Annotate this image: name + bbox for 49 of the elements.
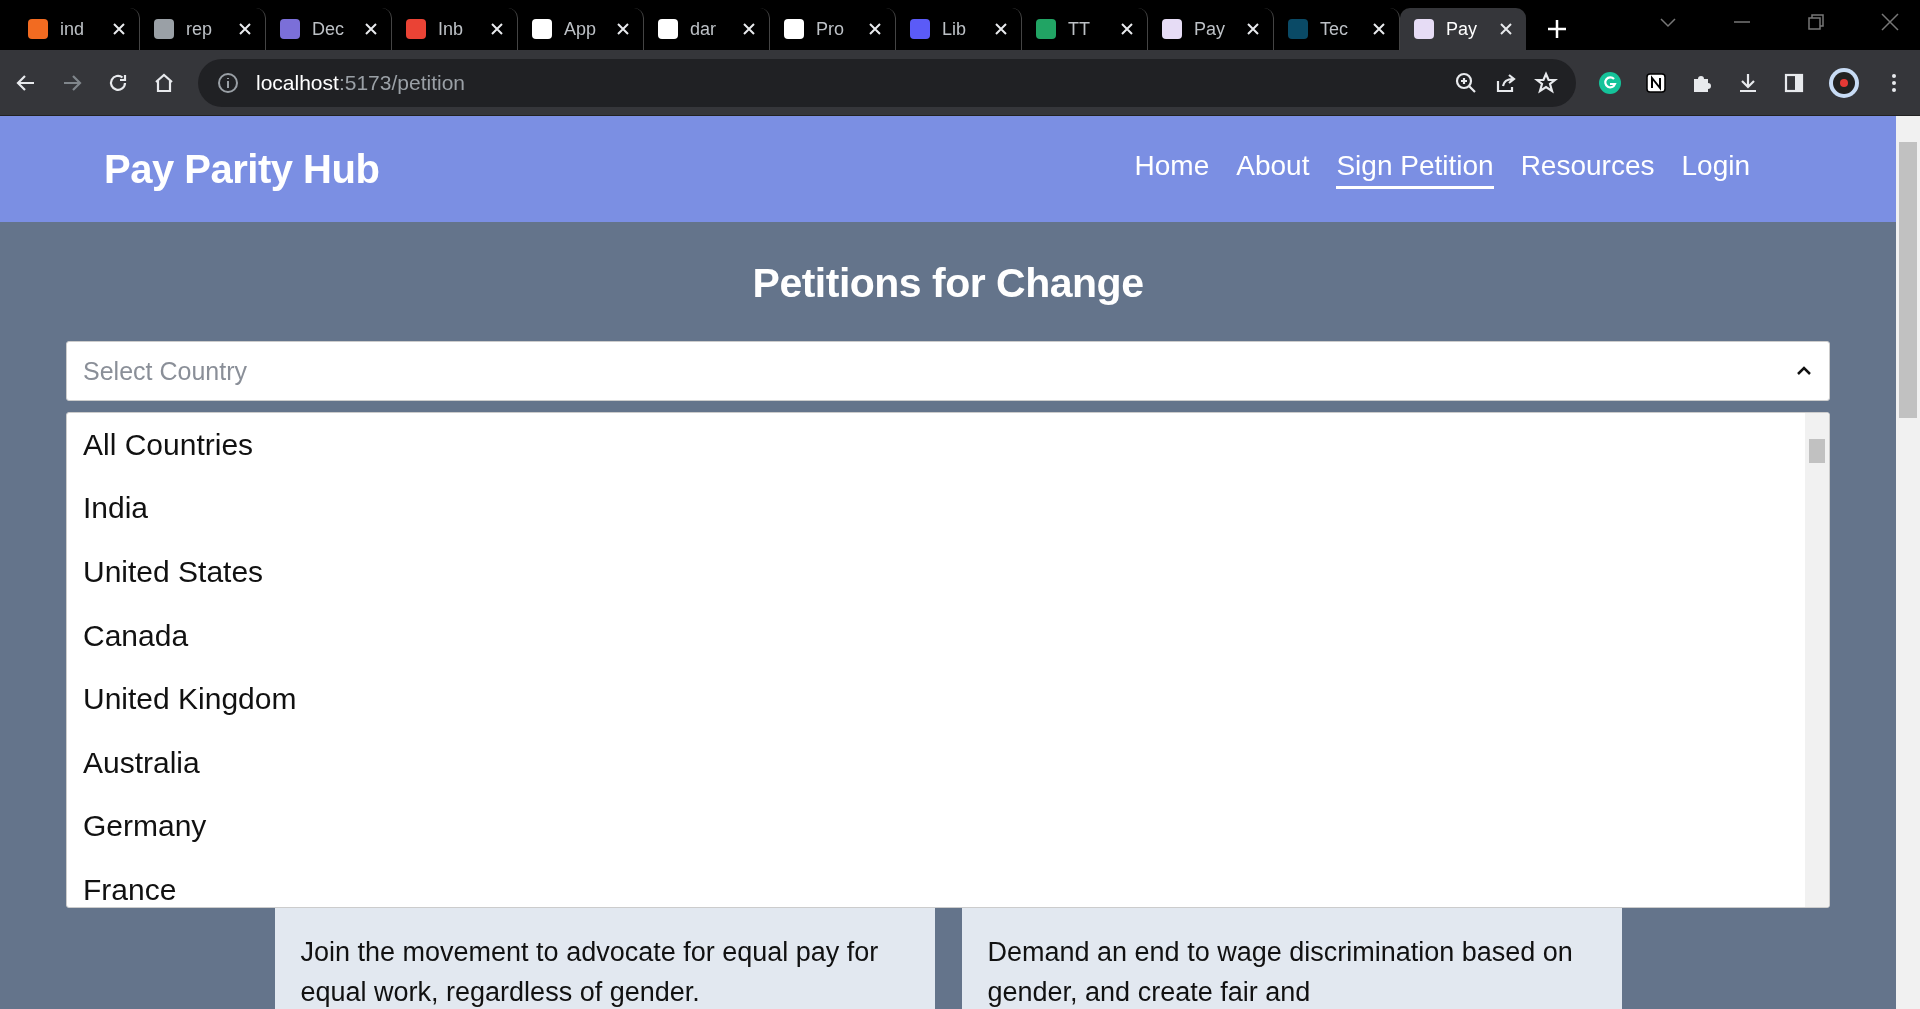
close-icon[interactable] [111,21,127,37]
close-icon[interactable] [615,21,631,37]
notes-extension-icon[interactable] [1644,70,1668,95]
dropdown-scrollbar[interactable] [1805,413,1829,907]
tab-title: Pro [816,18,845,40]
country-option[interactable]: All Countries [67,413,1805,477]
url-text: localhost:5173/petition [256,70,466,95]
close-icon[interactable] [867,21,883,37]
close-icon[interactable] [363,21,379,37]
close-icon[interactable] [237,21,253,37]
tab-title: Pay [1446,18,1479,40]
close-icon[interactable] [741,21,757,37]
info-icon[interactable] [216,70,240,95]
scrollbar-thumb[interactable] [1809,439,1825,463]
country-option[interactable]: United States [67,540,1805,604]
zoom-icon[interactable] [1454,70,1478,95]
tab-title: Pay [1194,18,1227,40]
country-option[interactable]: India [67,476,1805,541]
close-icon[interactable] [1371,21,1387,37]
grammar-extension-icon[interactable] [1598,70,1622,95]
tab-title: ind [60,18,86,40]
tab-title: Lib [942,18,968,40]
browser-tab[interactable]: Pay [1400,8,1526,50]
address-bar[interactable]: localhost:5173/petition [198,58,1576,107]
tab-title: rep [186,18,213,40]
country-option[interactable]: Australia [67,730,1805,795]
restore-icon[interactable] [1806,12,1826,32]
close-icon[interactable] [1119,21,1135,37]
tab-title: Dec [312,18,345,40]
close-icon[interactable] [993,21,1009,37]
new-tab-icon[interactable] [1546,18,1568,40]
scrollbar[interactable] [1896,116,1920,1009]
tab-title: TT [1068,18,1091,40]
country-option[interactable]: United Kingdom [67,667,1805,731]
tab-title: App [564,18,598,40]
country-option[interactable]: Canada [67,603,1805,668]
tab-title: Tec [1320,18,1349,40]
close-icon[interactable] [1498,21,1514,37]
country-option[interactable]: France [67,858,1805,907]
profile-avatar[interactable] [1828,66,1860,99]
close-icon[interactable] [489,21,505,37]
star-icon[interactable] [1534,70,1558,95]
tab-title: dar [690,18,717,40]
close-window-icon[interactable] [1880,12,1900,32]
scrollbar-thumb[interactable] [1899,142,1917,418]
page-title: Petitions for Change [751,260,1145,307]
tab-title: Inb [438,18,465,40]
country-option[interactable]: Germany [67,794,1805,859]
close-icon[interactable] [1245,21,1261,37]
